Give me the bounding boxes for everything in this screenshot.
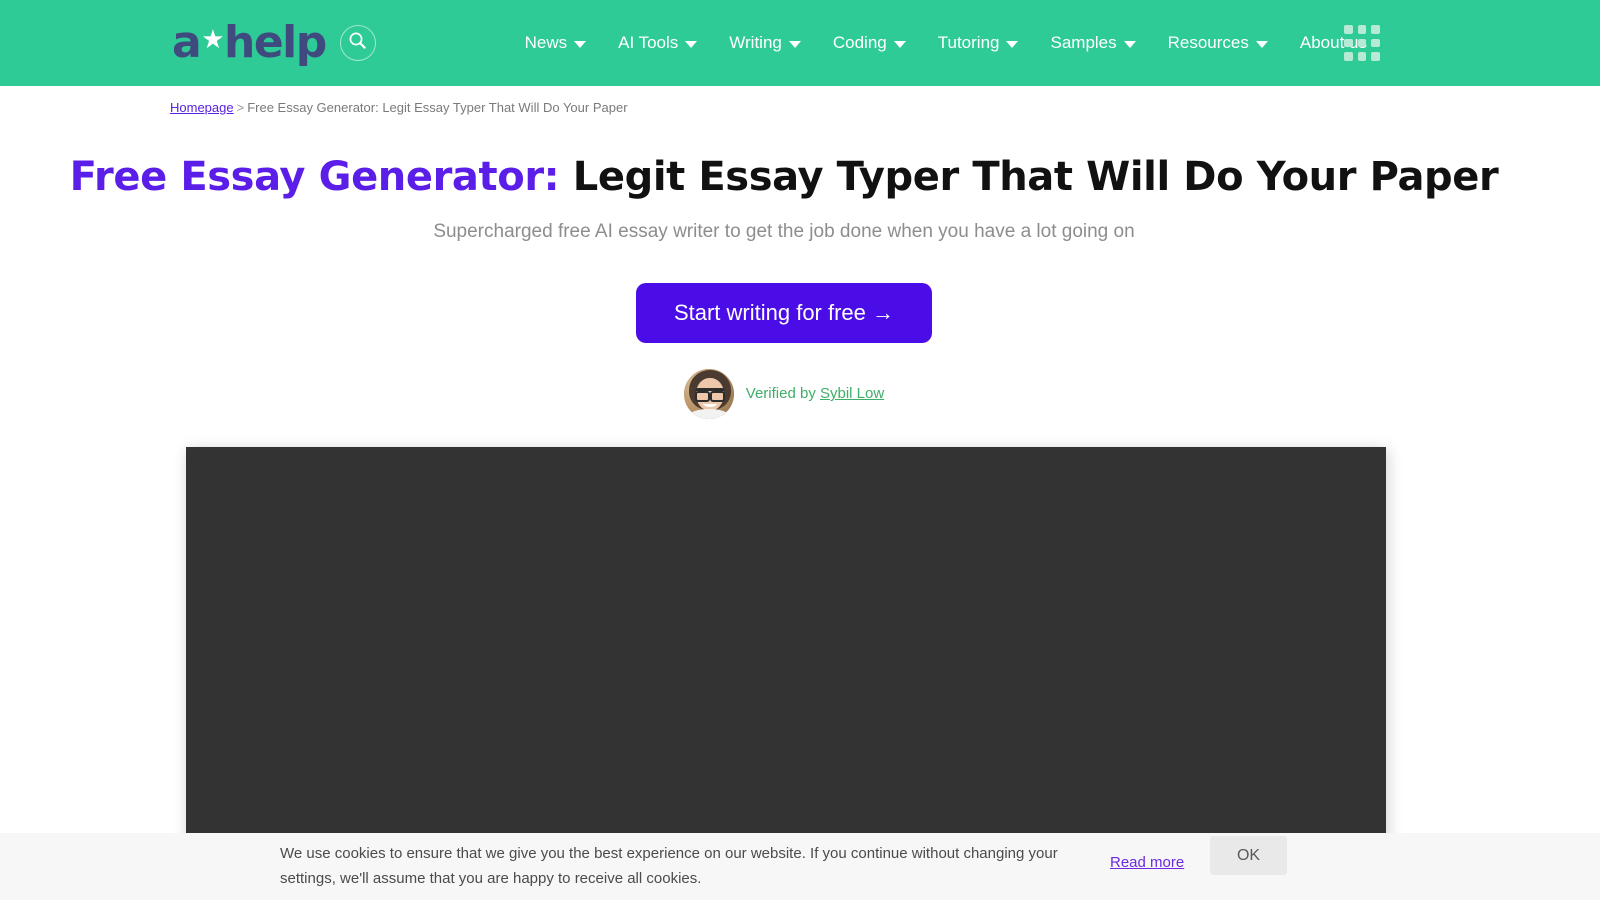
hero-subtitle: Supercharged free AI essay writer to get… xyxy=(433,221,1135,242)
verified-by-row: Verified by Sybil Low xyxy=(0,369,1568,419)
grid-dot xyxy=(1357,25,1367,34)
grid-dot xyxy=(1344,52,1353,61)
breadcrumb-home-link[interactable]: Homepage xyxy=(170,100,234,115)
nav-label-samples: Samples xyxy=(1050,33,1117,52)
grid-dot xyxy=(1371,25,1380,34)
nav-label-news: News xyxy=(524,33,568,52)
breadcrumb-separator: > xyxy=(236,100,245,115)
author-link[interactable]: Sybil Low xyxy=(820,385,884,402)
grid-dot xyxy=(1344,38,1353,48)
logo-text-prefix: a xyxy=(172,17,202,68)
nav-item-writing[interactable]: Writing xyxy=(713,33,817,53)
cta-area: Start writing for free → xyxy=(0,283,1568,343)
grid-dot xyxy=(1371,38,1380,48)
nav-label-tutoring: Tutoring xyxy=(937,33,1000,52)
cookie-read-more-link[interactable]: Read more xyxy=(1110,853,1184,873)
grid-dot xyxy=(1344,25,1353,34)
right-gutter-cookie-fill xyxy=(1568,833,1600,900)
hero-section: Free Essay Generator: Legit Essay Typer … xyxy=(0,150,1568,419)
verified-by-prefix: Verified by xyxy=(745,385,816,402)
right-gutter xyxy=(1568,0,1600,900)
cookie-message: We use cookies to ensure that we give yo… xyxy=(280,845,1058,887)
logo-text-suffix: help xyxy=(224,17,327,68)
nav-item-coding[interactable]: Coding xyxy=(817,33,922,53)
brand-area: a ★ help xyxy=(172,18,376,68)
nav-item-samples[interactable]: Samples xyxy=(1034,33,1151,53)
site-logo[interactable]: a ★ help xyxy=(172,17,327,68)
avatar-shirt xyxy=(689,409,728,419)
nav-item-ai-tools[interactable]: AI Tools xyxy=(602,33,713,53)
main-navigation: News AI Tools Writing Coding Tutoring Sa… xyxy=(509,0,1383,86)
chevron-down-icon xyxy=(788,40,801,48)
nav-label-writing: Writing xyxy=(729,33,782,52)
breadcrumb: Homepage > Free Essay Generator: Legit Ess… xyxy=(170,99,628,117)
search-button[interactable] xyxy=(339,25,376,61)
grid-dot xyxy=(1357,52,1367,61)
breadcrumb-current: Free Essay Generator: Legit Essay Typer … xyxy=(247,100,628,115)
verified-by-text: Verified by Sybil Low xyxy=(746,384,884,404)
nav-item-resources[interactable]: Resources xyxy=(1152,33,1284,53)
chevron-down-icon xyxy=(1123,40,1136,48)
chevron-down-icon xyxy=(574,40,587,48)
nav-item-tutoring[interactable]: Tutoring xyxy=(922,33,1035,53)
avatar xyxy=(683,369,734,419)
page-root: a ★ help News AI Tools Writing Coding Tu… xyxy=(0,0,1568,900)
nav-item-news[interactable]: News xyxy=(509,33,603,53)
star-icon: ★ xyxy=(201,25,224,55)
site-header: a ★ help News AI Tools Writing Coding Tu… xyxy=(0,0,1568,86)
chevron-down-icon xyxy=(893,40,906,48)
start-writing-button[interactable]: Start writing for free → xyxy=(635,283,933,343)
nav-label-coding: Coding xyxy=(832,33,887,52)
chevron-down-icon xyxy=(1255,40,1268,48)
apps-grid-icon[interactable] xyxy=(1344,25,1380,61)
glasses-icon xyxy=(694,388,725,402)
page-title-accent: Free Essay Generator: xyxy=(69,154,560,200)
chevron-down-icon xyxy=(685,40,698,48)
grid-dot xyxy=(1371,52,1380,61)
cookie-consent-banner: We use cookies to ensure that we give yo… xyxy=(0,833,1568,900)
right-gutter-header-fill xyxy=(1568,0,1600,86)
page-title: Free Essay Generator: Legit Essay Typer … xyxy=(0,150,1568,204)
chevron-down-icon xyxy=(1006,40,1019,48)
nav-label-ai-tools: AI Tools xyxy=(618,33,679,52)
cookie-ok-button[interactable]: OK xyxy=(1210,836,1287,875)
page-title-rest: Legit Essay Typer That Will Do Your Pape… xyxy=(559,154,1499,200)
search-icon xyxy=(348,31,367,55)
avatar-smile xyxy=(702,400,717,407)
nav-label-resources: Resources xyxy=(1167,33,1249,52)
grid-dot xyxy=(1357,38,1367,48)
